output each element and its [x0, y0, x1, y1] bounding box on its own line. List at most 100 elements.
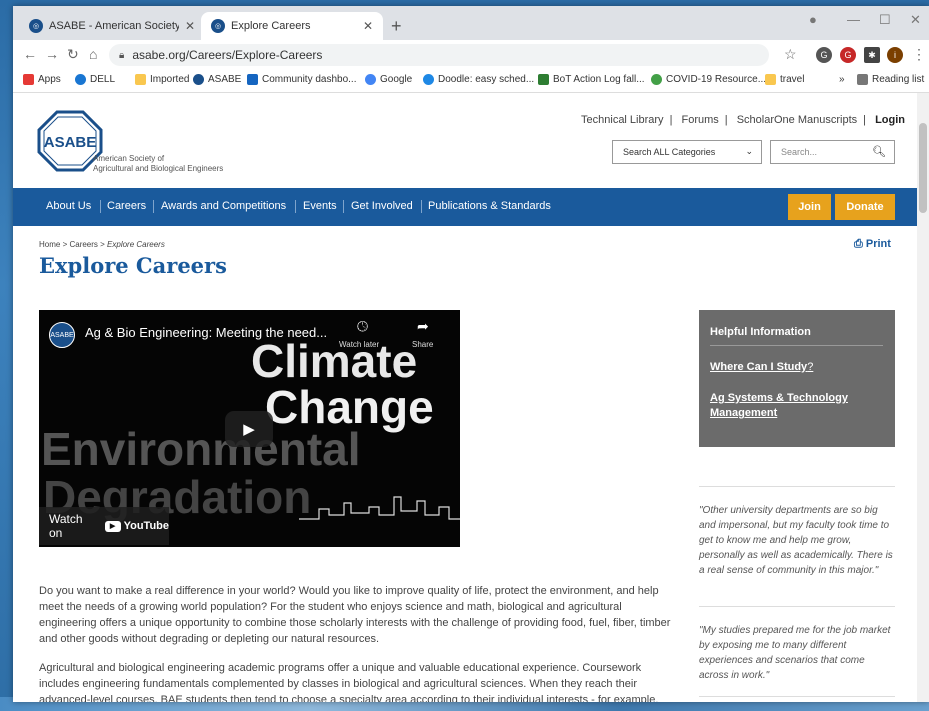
watch-on-youtube-button[interactable]: Watch on ▶ YouTube [39, 507, 169, 545]
search-input[interactable]: Search... 🔍︎ [770, 140, 895, 164]
chevron-down-icon: ⌄ [745, 146, 753, 156]
helpful-heading: Helpful Information [710, 326, 811, 338]
clock-icon[interactable]: 🕓︎ [357, 318, 368, 335]
bookmark-star-icon[interactable]: ☆ [784, 46, 797, 63]
tab-explore-careers[interactable]: ◎ Explore Careers ✕ [201, 12, 383, 40]
home-icon[interactable]: ⌂ [89, 46, 97, 62]
tab-asabe-home[interactable]: ◎ ASABE - American Society of Agr ✕ [19, 12, 205, 40]
sheet-icon [538, 74, 549, 85]
bookmark-google[interactable]: Google [365, 74, 412, 85]
tab-bar: ◎ ASABE - American Society of Agr ✕ ◎ Ex… [13, 6, 929, 40]
share-icon[interactable]: ➦ [417, 318, 429, 335]
video-overlay-word: Environmental [41, 423, 361, 475]
print-button[interactable]: ⎙ Print [854, 238, 891, 251]
asabe-icon [193, 74, 204, 85]
asabe-favicon-icon: ◎ [211, 19, 225, 33]
testimonial-quote: "My studies prepared me for the job mark… [699, 625, 891, 681]
printer-icon: ⎙ [854, 238, 863, 250]
channel-avatar[interactable]: ASABE [49, 322, 75, 348]
where-can-i-study-link[interactable]: Where Can I Study? [710, 360, 813, 375]
scholarone-link[interactable]: ScholarOne Manuscripts [737, 114, 857, 126]
body-paragraph: Agricultural and biological engineering … [39, 662, 659, 702]
bookmark-travel[interactable]: travel [765, 74, 804, 85]
nav-about-us[interactable]: About Us [46, 200, 91, 212]
extension-icon[interactable]: G [840, 47, 856, 63]
bookmark-asabe[interactable]: ASABE [193, 74, 241, 85]
more-bookmarks-icon[interactable]: » [839, 74, 845, 85]
breadcrumb-current: Explore Careers [107, 240, 165, 249]
nav-divider [295, 200, 296, 213]
play-icon: ▶ [243, 421, 255, 438]
browser-window: ◎ ASABE - American Society of Agr ✕ ◎ Ex… [13, 6, 929, 702]
dell-icon [75, 74, 86, 85]
tab-close-icon[interactable]: ✕ [363, 19, 373, 33]
helpful-information-box: Helpful Information Where Can I Study? A… [699, 310, 895, 447]
quote-divider [699, 486, 895, 487]
tab-close-icon[interactable]: ✕ [185, 19, 195, 33]
new-tab-icon[interactable]: + [391, 16, 402, 37]
login-link[interactable]: Login [875, 114, 905, 126]
nav-publications[interactable]: Publications & Standards [428, 200, 551, 212]
puzzle-icon[interactable]: ✱ [864, 47, 880, 63]
nav-divider [153, 200, 154, 213]
play-button[interactable]: ▶ [225, 411, 273, 447]
quote-divider [699, 696, 895, 697]
apps-grid-icon [23, 74, 34, 85]
profile-dot-icon[interactable]: ● [809, 12, 817, 27]
testimonial-quote: "Other university departments are so big… [699, 505, 893, 576]
maximize-icon[interactable]: ☐ [879, 12, 891, 28]
watch-later-label: Watch later [339, 340, 380, 349]
nav-divider [100, 200, 101, 213]
reading-list-icon [857, 74, 868, 85]
nav-get-involved[interactable]: Get Involved [351, 200, 413, 212]
bookmark-imported[interactable]: Imported [135, 74, 189, 85]
close-window-icon[interactable]: ✕ [910, 12, 921, 28]
join-button[interactable]: Join [788, 194, 831, 220]
nav-events[interactable]: Events [303, 200, 337, 212]
lock-icon: 🔒︎ [119, 49, 125, 61]
bookmark-dell[interactable]: DELL [75, 74, 115, 85]
nav-divider [343, 200, 344, 213]
kebab-menu-icon[interactable]: ⋮ [912, 46, 926, 63]
bookmark-community[interactable]: Community dashbo... [247, 74, 357, 85]
video-title[interactable]: Ag & Bio Engineering: Meeting the need..… [85, 325, 327, 340]
bookmark-covid[interactable]: COVID-19 Resource... [651, 74, 766, 85]
nav-careers[interactable]: Careers [107, 200, 146, 212]
forums-link[interactable]: Forums [681, 114, 718, 126]
ag-systems-link[interactable]: Ag Systems & Technology Management [710, 391, 860, 421]
minimize-icon[interactable]: — [847, 12, 860, 27]
page-title: Explore Careers [39, 253, 227, 278]
nav-awards[interactable]: Awards and Competitions [161, 200, 286, 212]
breadcrumb: Home > Careers > Explore Careers [39, 240, 165, 249]
url-text: asabe.org/Careers/Explore-Careers [132, 48, 323, 62]
quote-divider [699, 606, 895, 607]
reading-list[interactable]: Reading list [857, 74, 924, 85]
share-label: Share [412, 340, 434, 349]
forward-arrow-icon[interactable]: → [45, 46, 59, 62]
back-arrow-icon[interactable]: ← [23, 46, 37, 62]
scrollbar-thumb[interactable] [919, 123, 927, 213]
technical-library-link[interactable]: Technical Library [581, 114, 664, 126]
city-skyline-graphic [299, 496, 460, 520]
breadcrumb-careers[interactable]: Careers [69, 240, 97, 249]
address-bar[interactable]: 🔒︎ asabe.org/Careers/Explore-Careers [109, 44, 769, 66]
bookmark-apps[interactable]: Apps [23, 74, 61, 85]
main-nav: About Us Careers Awards and Competitions… [13, 188, 917, 226]
logo-text: ASABE [44, 134, 97, 151]
bookmark-bot[interactable]: BoT Action Log fall... [538, 74, 645, 85]
extension-icon[interactable]: G [816, 47, 832, 63]
folder-icon [135, 74, 146, 85]
nav-divider [421, 200, 422, 213]
page-scrollbar[interactable] [917, 93, 929, 702]
breadcrumb-home[interactable]: Home [39, 240, 60, 249]
intro-paragraph: Do you want to make a real difference in… [39, 585, 671, 645]
search-icon[interactable]: 🔍︎ [872, 145, 886, 158]
avatar[interactable]: i [887, 47, 903, 63]
org-name: American Society of Agricultural and Bio… [93, 154, 224, 173]
video-player[interactable]: Climate Change Environmental Degradation… [39, 310, 460, 547]
reload-icon[interactable]: ↻ [67, 46, 79, 63]
donate-button[interactable]: Donate [835, 194, 895, 220]
toolbar: ← → ↻ ⌂ 🔒︎ asabe.org/Careers/Explore-Car… [13, 40, 929, 71]
bookmark-doodle[interactable]: Doodle: easy sched... [423, 74, 534, 85]
category-select[interactable]: Search ALL Categories ⌄ [612, 140, 762, 164]
